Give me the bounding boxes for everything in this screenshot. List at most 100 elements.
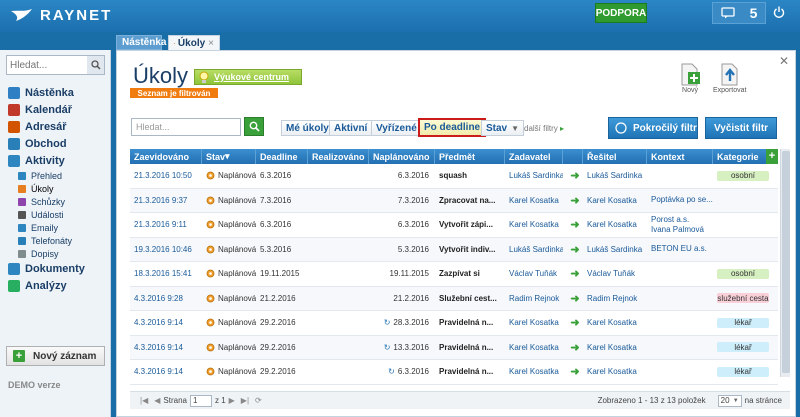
table-row[interactable]: 18.3.2016 15:41 Naplánován 19.11.2015 19.11…: [130, 262, 778, 287]
nav-icon: [8, 120, 20, 133]
tab-close-icon[interactable]: ×: [208, 38, 214, 49]
nav-sub-icon: [18, 223, 26, 232]
new-task-button[interactable]: Nový: [679, 63, 701, 94]
advanced-filter-button[interactable]: Pokročilý filtr: [608, 117, 698, 139]
column-header[interactable]: Předmět: [435, 149, 505, 164]
table-row[interactable]: 4.3.2016 9:28 Naplánován 21.2.2016 21.2.201…: [130, 286, 778, 311]
arrow-right-icon: ➜: [570, 243, 580, 256]
table-cell: Karel Kosatka: [509, 220, 559, 230]
task-search-input[interactable]: Hledat...: [131, 118, 241, 136]
column-header[interactable]: Kontext: [647, 149, 713, 164]
arrow-right-icon: ➜: [570, 268, 580, 281]
table-cell: 21.2.2016: [260, 293, 296, 303]
scrollbar-thumb[interactable]: [782, 151, 790, 373]
sidebar-item-aktivity[interactable]: Aktivity: [0, 152, 111, 169]
table-header: Zaevidováno Stav ▾ Deadline Realizováno Napl…: [130, 149, 778, 164]
tab-ukoly[interactable]: Úkoly ×: [168, 35, 220, 50]
prev-page-icon[interactable]: ◀: [154, 396, 160, 405]
refresh-icon[interactable]: ⟳: [255, 396, 262, 405]
more-filters-link[interactable]: další filtry ▸: [524, 124, 564, 133]
sidebar-search-input[interactable]: [7, 56, 87, 74]
last-page-icon[interactable]: ▶|: [241, 396, 249, 405]
table-row[interactable]: 21.3.2016 9:37 Naplánován 7.3.2016 7.3.2016…: [130, 188, 778, 213]
add-column-icon[interactable]: +: [766, 149, 778, 164]
page-input[interactable]: 1: [189, 394, 212, 407]
sidebar-subitem-label: Úkoly: [31, 183, 54, 194]
column-header[interactable]: [563, 149, 583, 164]
nav-icon: [8, 103, 20, 116]
vertical-scrollbar[interactable]: [780, 149, 790, 377]
table-row[interactable]: 4.3.2016 9:14 Naplánován 29.2.2016 ↻28.3.20…: [130, 311, 778, 336]
table-cell: [713, 238, 778, 262]
sidebar-subitem[interactable]: Emaily: [0, 221, 111, 234]
table-row[interactable]: 21.3.2016 10:50 Naplánován 6.3.2016 6.3.201…: [130, 164, 778, 189]
table-cell: osobní: [713, 164, 778, 188]
sidebar-item-dokumenty[interactable]: Dokumenty: [0, 260, 111, 277]
column-header[interactable]: Zadavatel: [505, 149, 563, 164]
filter-active[interactable]: Aktivní: [329, 120, 373, 136]
status-planned-icon: [206, 367, 215, 376]
context-link[interactable]: Ivana Palmová: [651, 225, 704, 235]
context-link[interactable]: Poptávka po se...: [651, 195, 713, 205]
table-cell: ↻ 6.3.2016: [369, 360, 435, 384]
table-row[interactable]: 4.3.2016 9:14 Naplánován 29.2.2016 ↻6.3.201…: [130, 360, 778, 385]
category-badge: osobní: [717, 170, 769, 181]
clear-filter-button[interactable]: Vyčistit filtr: [705, 117, 777, 139]
planned-date: 6.3.2016: [397, 367, 429, 377]
sidebar-subitem[interactable]: Dopisy: [0, 247, 111, 260]
raynet-logo[interactable]: RAYNET: [10, 7, 112, 24]
next-page-icon[interactable]: ▶: [229, 396, 235, 405]
learning-center-label: Výukové centrum: [214, 72, 290, 82]
close-panel-icon[interactable]: ✕: [779, 54, 789, 68]
column-header[interactable]: Řešitel: [583, 149, 647, 164]
column-header[interactable]: Naplánováno: [369, 149, 435, 164]
sidebar-item-analýzy[interactable]: Analýzy: [0, 277, 111, 294]
table-cell: [308, 238, 369, 262]
power-icon[interactable]: [773, 5, 785, 21]
column-header[interactable]: Realizováno: [308, 149, 369, 164]
sidebar-item-obchod[interactable]: Obchod: [0, 135, 111, 152]
status-text: Naplánován: [218, 318, 256, 328]
table-cell: Naplánován: [202, 189, 256, 213]
filter-done[interactable]: Vyřízené: [371, 120, 422, 136]
table-row[interactable]: 21.3.2016 9:11 Naplánován 6.3.2016 6.3.2016…: [130, 213, 778, 238]
messages-button[interactable]: 5: [712, 2, 766, 24]
sidebar-subitem[interactable]: Události: [0, 208, 111, 221]
new-record-button[interactable]: + Nový záznam: [6, 346, 105, 366]
table-cell: ➜: [563, 336, 583, 360]
search-icon[interactable]: [87, 56, 104, 74]
tab-nastenka[interactable]: Nástěnka: [116, 35, 166, 50]
status-text: Naplánován: [218, 195, 256, 205]
sidebar-item-kalendář[interactable]: Kalendář: [0, 101, 111, 118]
table-cell: 29.2.2016: [260, 342, 296, 352]
sidebar-subitem[interactable]: Úkoly: [0, 182, 111, 195]
sidebar-item-nástěnka[interactable]: Nástěnka: [0, 84, 111, 101]
planned-date: 6.3.2016: [397, 171, 429, 181]
export-button[interactable]: Exportovat: [713, 63, 746, 94]
sidebar-subitem[interactable]: Přehled: [0, 169, 111, 182]
filter-my-tasks[interactable]: Mé úkoly: [281, 120, 334, 136]
table-row[interactable]: 19.3.2016 10:46 Naplánován 5.3.2016 5.3.201…: [130, 237, 778, 262]
column-header[interactable]: Deadline: [256, 149, 308, 164]
sidebar-subitem[interactable]: Telefonáty: [0, 234, 111, 247]
search-go-button[interactable]: [244, 117, 264, 136]
first-page-icon[interactable]: |◀: [140, 396, 148, 405]
sidebar-item-adresář[interactable]: Adresář: [0, 118, 111, 135]
support-button[interactable]: PODPORA: [595, 3, 647, 23]
filter-past-deadline[interactable]: Po deadline: [418, 118, 487, 137]
per-page-select[interactable]: 20 ▼: [717, 394, 742, 407]
table-row[interactable]: 4.3.2016 9:14 Naplánován 29.2.2016 ↻13.3.20…: [130, 335, 778, 360]
table-cell: [647, 336, 713, 360]
table-cell: ➜: [563, 262, 583, 286]
table-cell: 4.3.2016 9:14: [134, 342, 183, 352]
context-link[interactable]: Porost a.s.: [651, 215, 689, 225]
logo-text: RAYNET: [40, 7, 113, 24]
filter-status-dropdown[interactable]: Stav ▼: [481, 120, 525, 136]
column-header[interactable]: Zaevidováno: [130, 149, 202, 164]
learning-center-button[interactable]: Výukové centrum: [194, 69, 302, 85]
table-cell: Václav Tuňák: [509, 269, 558, 279]
sidebar-subitem[interactable]: Schůzky: [0, 195, 111, 208]
column-header[interactable]: Stav ▾: [202, 149, 256, 164]
context-link[interactable]: BETON EU a.s.: [651, 244, 707, 254]
status-text: Naplánován: [218, 342, 256, 352]
